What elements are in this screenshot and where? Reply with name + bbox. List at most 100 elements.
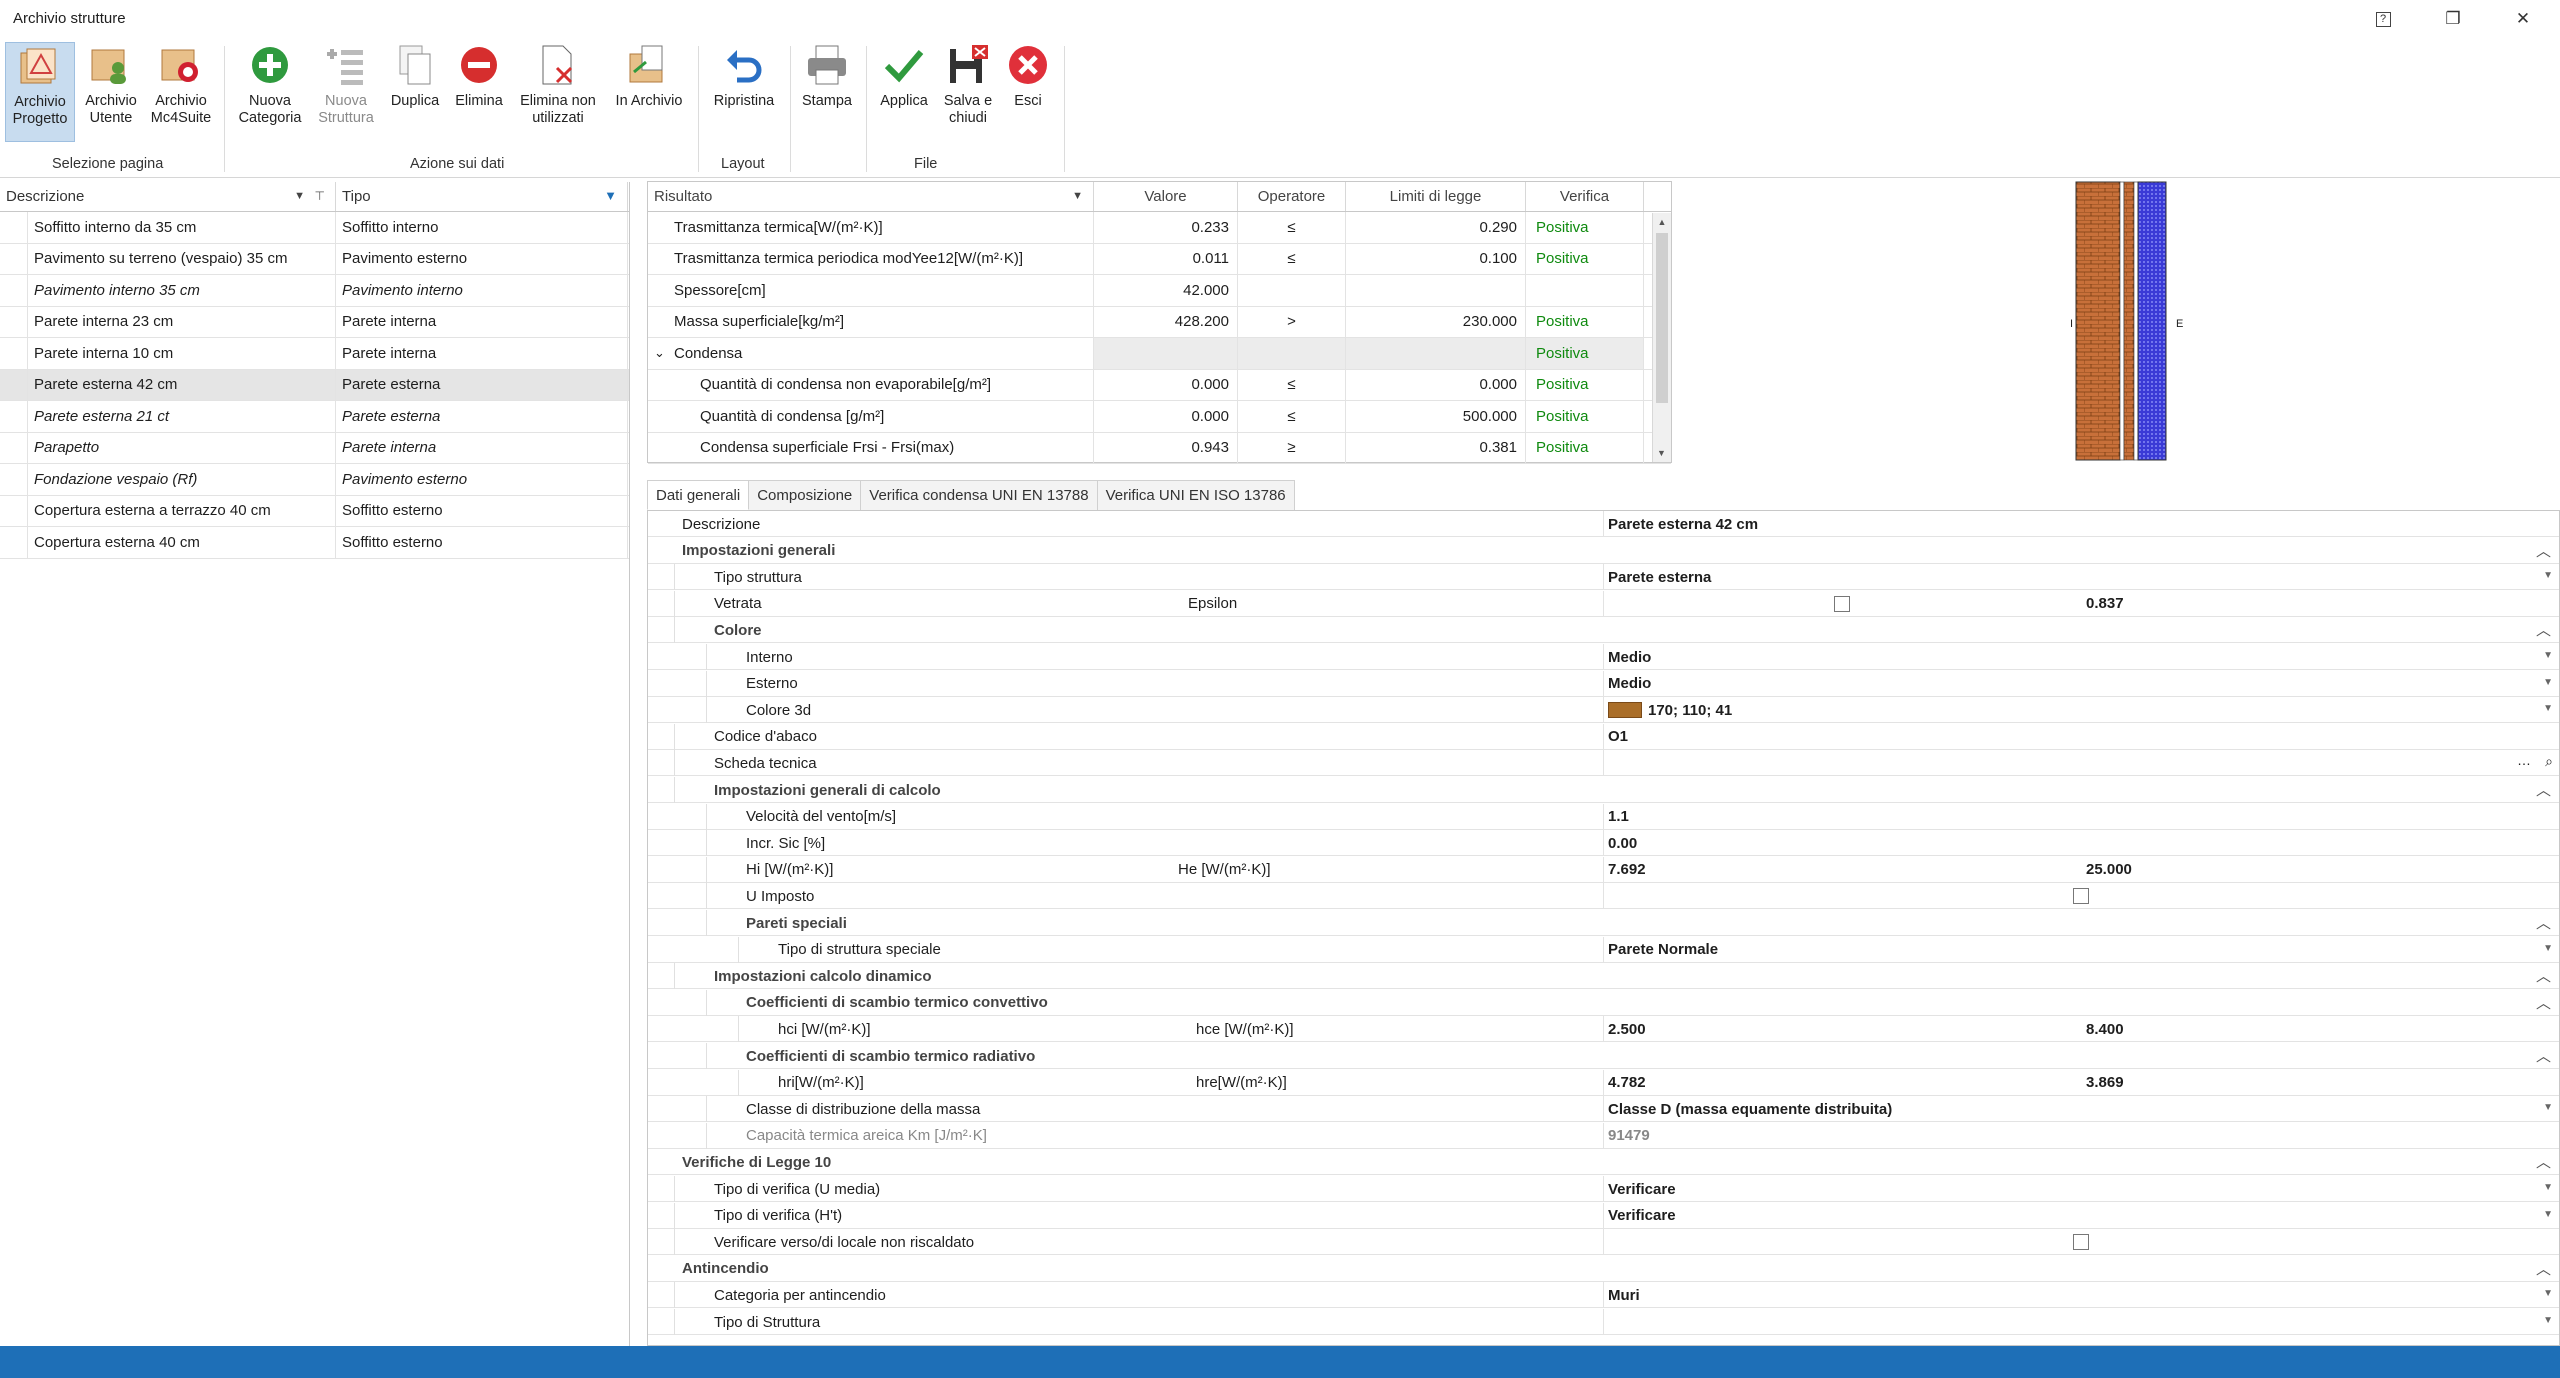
property-value[interactable]: Medio [1608,644,1651,670]
property-row[interactable]: Codice d'abaco O1 [648,723,2559,750]
cell-descrizione[interactable]: Parete esterna 42 cm [28,369,336,400]
cell-tipo[interactable]: Soffitto esterno [336,527,628,558]
elimina-button[interactable]: Elimina [448,42,510,142]
chevron-down-icon[interactable]: ▼ [2543,1315,2553,1326]
property-row[interactable]: Velocità del vento[m/s] 1.1 [648,803,2559,830]
scroll-up-icon[interactable]: ▲ [1653,213,1671,231]
property-category[interactable]: Pareti speciali ︿ [648,910,2559,936]
ripristina-button[interactable]: Ripristina [706,42,782,142]
search-icon[interactable]: ⌕ [2545,753,2553,770]
column-header-descrizione[interactable]: Descrizione ▼ ⊤ [0,182,336,211]
chevron-down-icon[interactable]: ▼ [2543,1209,2553,1220]
property-value[interactable]: 2.500 [1608,1016,1646,1042]
collapse-chevron-icon[interactable]: ︿ [2536,1151,2551,1172]
collapse-chevron-icon[interactable]: ⌄ [654,345,665,361]
collapse-chevron-icon[interactable]: ︿ [2536,992,2551,1013]
cell-descrizione[interactable]: Copertura esterna 40 cm [28,527,336,558]
cell-tipo[interactable]: Soffitto interno [336,212,628,243]
cell-tipo[interactable]: Parete esterna [336,369,628,400]
cell-descrizione[interactable]: Parapetto [28,432,336,463]
table-row[interactable]: Parete interna 10 cm Parete interna [0,338,629,370]
results-row[interactable]: Quantità di condensa non evaporabile[g/m… [648,369,1671,401]
property-value[interactable]: 1.1 [1608,804,1629,830]
table-row[interactable]: Parapetto Parete interna [0,432,629,464]
chevron-down-icon[interactable]: ▼ [2543,570,2553,581]
collapse-chevron-icon[interactable]: ︿ [2536,1258,2551,1279]
results-row[interactable]: Condensa superficiale Frsi - Frsi(max) 0.… [648,432,1671,464]
property-value[interactable]: 0.00 [1608,830,1637,856]
results-row[interactable]: Trasmittanza termica[W/(m²·K)] 0.233 ≤0.29… [648,212,1671,244]
results-row[interactable]: Massa superficiale[kg/m²] 428.200 >230.000… [648,306,1671,338]
ellipsis-button[interactable]: … [2517,752,2531,768]
cell-tipo[interactable]: Pavimento esterno [336,243,628,274]
sort-dropdown-icon[interactable]: ▼ [294,190,305,202]
table-row[interactable]: Parete esterna 42 cm Parete esterna [0,369,629,401]
property-value[interactable]: Parete esterna [1608,564,1711,590]
cell-tipo[interactable]: Parete interna [336,432,628,463]
property-value[interactable]: Parete Normale [1608,937,1718,963]
property-value-secondary[interactable]: 8.400 [2086,1016,2124,1042]
duplica-button[interactable]: Duplica [384,42,446,142]
property-category[interactable]: Antincendio ︿ [648,1256,2559,1282]
property-row[interactable]: Descrizione Parete esterna 42 cm [648,511,2559,537]
table-row[interactable]: Pavimento interno 35 cm Pavimento interno [0,275,629,307]
property-value[interactable]: Classe D (massa equamente distribuita) [1608,1096,1892,1122]
chevron-down-icon[interactable]: ▼ [2543,1102,2553,1113]
property-row[interactable]: Interno Medio ▼ [648,644,2559,670]
table-row[interactable]: Pavimento su terreno (vespaio) 35 cm Pavi… [0,243,629,275]
cell-descrizione[interactable]: Parete esterna 21 ct [28,401,336,432]
vetrata-checkbox[interactable] [1834,595,1850,612]
cell-descrizione[interactable]: Pavimento su terreno (vespaio) 35 cm [28,243,336,274]
property-category[interactable]: Verifiche di Legge 10 ︿ [648,1149,2559,1176]
elimina-non-utilizzati-button[interactable]: Elimina non utilizzati [512,42,604,142]
property-value[interactable]: 7.692 [1608,857,1646,883]
table-row[interactable]: Parete interna 23 cm Parete interna [0,306,629,338]
archivio-progetto-button[interactable]: Archivio Progetto [5,42,75,142]
collapse-chevron-icon[interactable]: ︿ [2536,912,2551,933]
property-value-secondary[interactable]: 3.869 [2086,1070,2124,1096]
collapse-chevron-icon[interactable]: ︿ [2536,779,2551,800]
property-row[interactable]: Verificare verso/di locale non riscaldat… [648,1229,2559,1256]
property-value-secondary[interactable]: 0.837 [2086,591,2124,617]
column-header-limiti[interactable]: Limiti di legge [1346,182,1526,211]
column-header-tipo[interactable]: Tipo ▼ [336,182,628,211]
chevron-down-icon[interactable]: ▼ [2543,650,2553,661]
cell-descrizione[interactable]: Parete interna 10 cm [28,338,336,369]
property-row[interactable]: Tipo struttura Parete esterna ▼ [648,564,2559,591]
column-header-verifica[interactable]: Verifica [1526,182,1644,211]
collapse-chevron-icon[interactable]: ︿ [2536,965,2551,986]
property-row[interactable]: Tipo di Struttura ▼ [648,1309,2559,1335]
property-row[interactable]: U Imposto [648,883,2559,910]
results-group-row[interactable]: ⌄ Condensa Positiva [648,338,1671,370]
filter-active-icon[interactable]: ▼ [604,188,617,203]
restore-button[interactable]: ❐ [2430,4,2476,34]
property-row[interactable]: Scheda tecnica … ⌕ [648,750,2559,777]
tab-dati-generali[interactable]: Dati generali [647,480,750,510]
property-row[interactable]: Tipo di verifica (H't) Verificare ▼ [648,1202,2559,1229]
in-archivio-button[interactable]: In Archivio [606,42,692,142]
chevron-down-icon[interactable]: ▼ [2543,943,2553,954]
property-category[interactable]: Impostazioni calcolo dinamico ︿ [648,963,2559,990]
property-checkbox[interactable] [2073,1234,2089,1251]
property-value[interactable]: Muri [1608,1282,1640,1308]
property-row[interactable]: Tipo di verifica (U media) Verificare ▼ [648,1176,2559,1202]
property-value-secondary[interactable]: 25.000 [2086,857,2132,883]
column-header-operatore[interactable]: Operatore [1238,182,1346,211]
results-row[interactable]: Trasmittanza termica periodica modYee12[… [648,243,1671,275]
collapse-chevron-icon[interactable]: ︿ [2536,540,2551,561]
cell-descrizione[interactable]: Copertura esterna a terrazzo 40 cm [28,495,336,526]
property-value[interactable]: Verificare [1608,1203,1676,1229]
cell-descrizione[interactable]: Parete interna 23 cm [28,306,336,337]
property-row[interactable]: Vetrata Epsilon 0.837 [648,590,2559,617]
property-row[interactable]: Incr. Sic [%] 0.00 [648,830,2559,857]
property-category[interactable]: Colore ︿ [648,617,2559,644]
property-row[interactable]: Classe di distribuzione della massa Class… [648,1096,2559,1123]
sort-dropdown-icon[interactable]: ▼ [1072,190,1083,202]
chevron-down-icon[interactable]: ▼ [2543,703,2553,714]
property-category[interactable]: Coefficienti di scambio termico convetti… [648,989,2559,1016]
salva-e-chiudi-button[interactable]: Salva e chiudi [936,42,1000,142]
close-window-button[interactable]: ✕ [2500,4,2546,34]
applica-button[interactable]: Applica [872,42,936,142]
collapse-chevron-icon[interactable]: ︿ [2536,1045,2551,1066]
stampa-button[interactable]: Stampa [796,42,858,142]
